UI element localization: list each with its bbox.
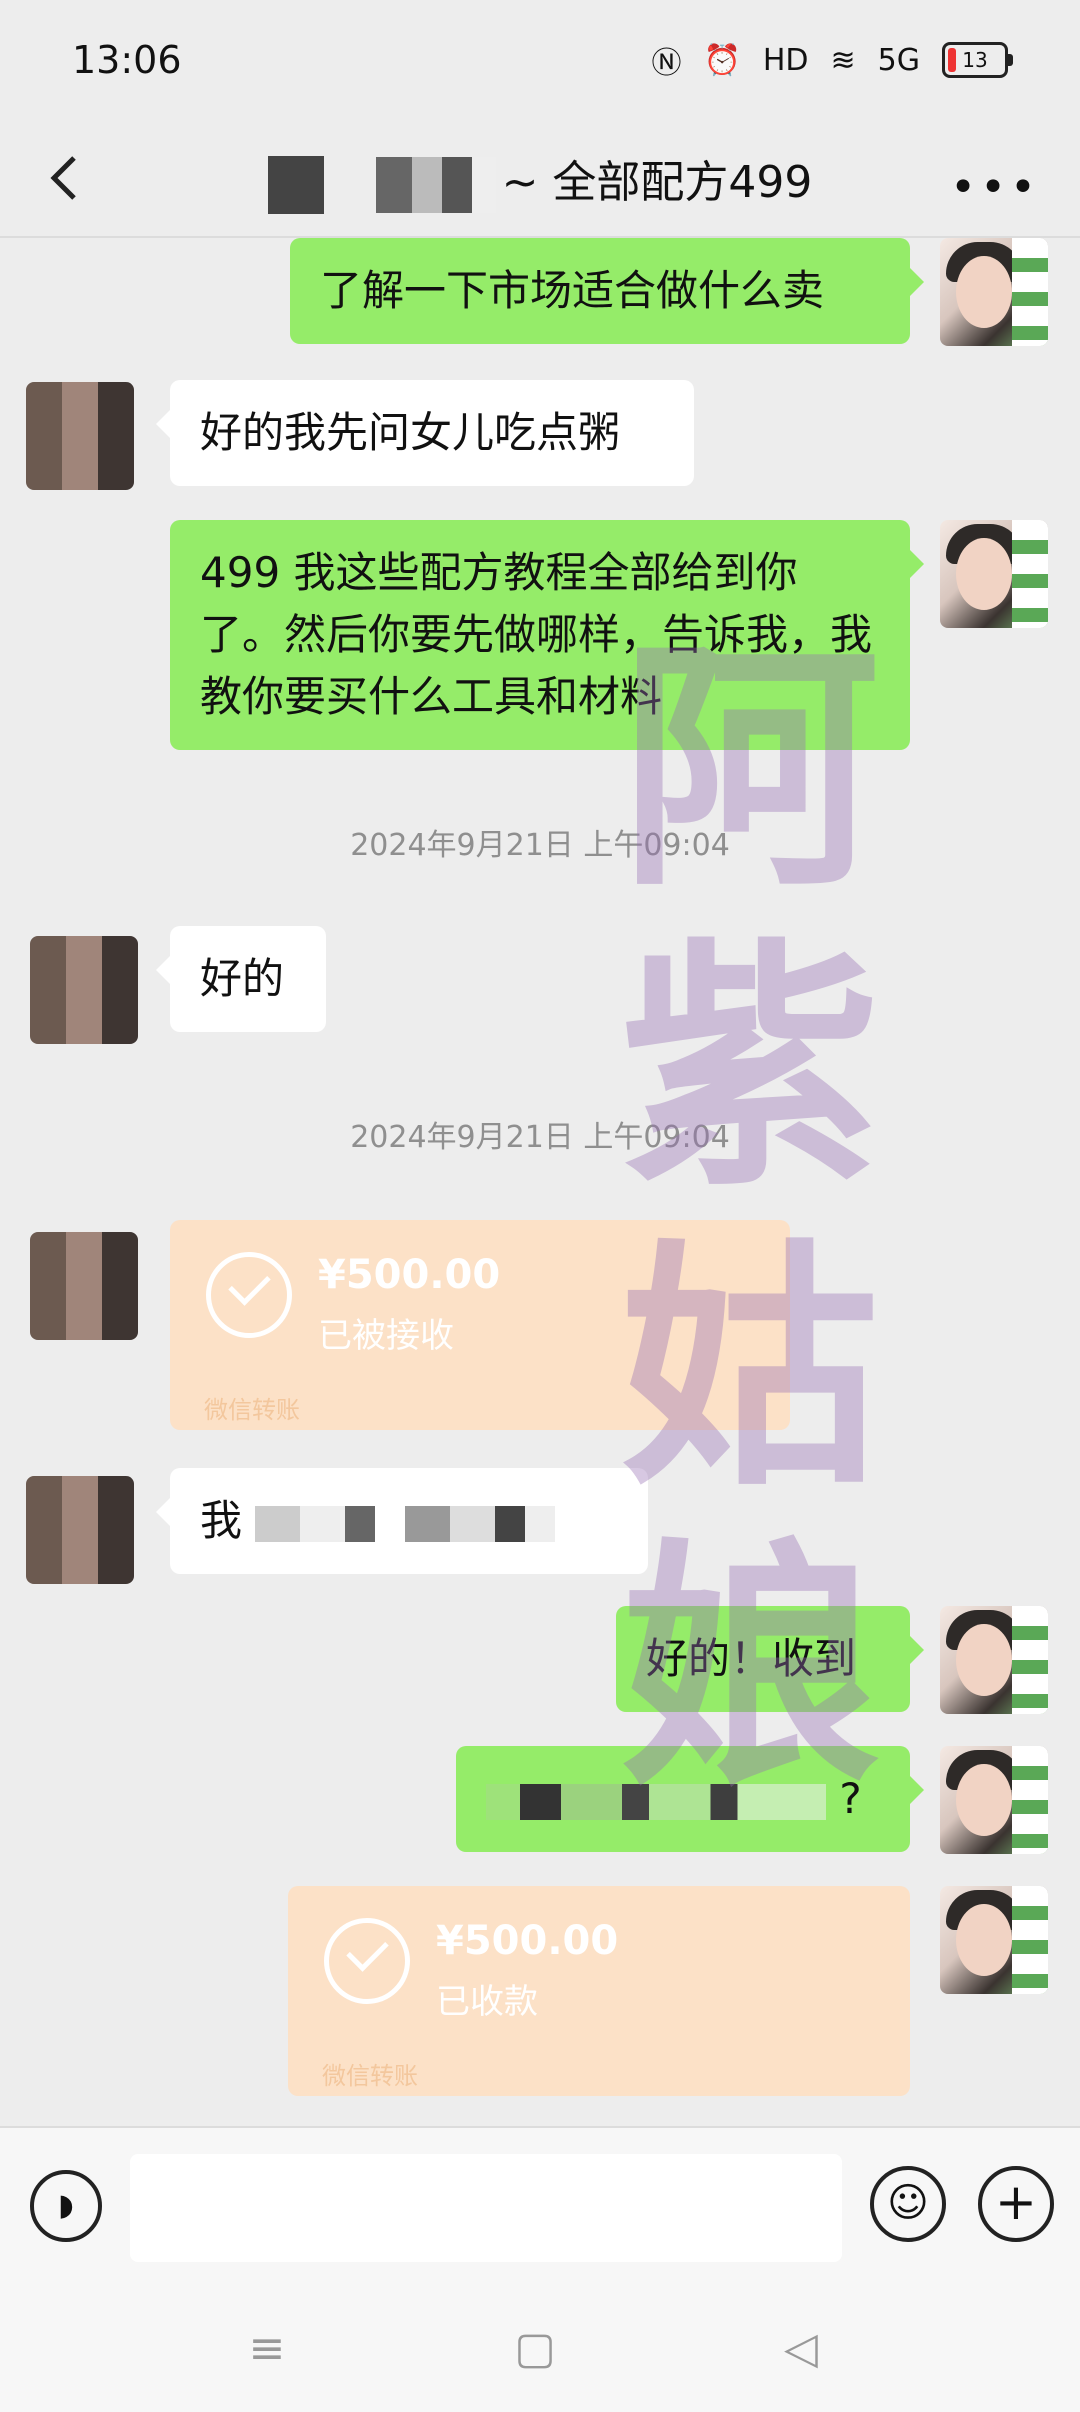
voice-icon[interactable]: ◗: [30, 2170, 102, 2242]
status-icons: Ⓝ ⏰ HD ≋ 5G 13: [651, 38, 1013, 82]
back-triangle-icon[interactable]: ◁: [776, 2324, 826, 2374]
signal-icon: 5G: [877, 42, 920, 78]
chat-header: ~ 全部配方499 •••: [0, 120, 1080, 238]
avatar-me[interactable]: [940, 238, 1048, 346]
transfer-label: 微信转账: [204, 1396, 300, 1424]
wifi-icon: ≋: [830, 42, 856, 78]
censored-text: [486, 1783, 826, 1820]
more-dots-icon[interactable]: •••: [950, 162, 1040, 213]
check-circle-icon: [206, 1252, 292, 1338]
censored-text: [255, 1505, 556, 1542]
avatar-contact[interactable]: [30, 1232, 138, 1340]
transfer-amount: ¥500.00: [436, 1918, 619, 1964]
message-bubble-received[interactable]: 我: [156, 1468, 648, 1574]
message-bubble-sent[interactable]: 了解一下市场适合做什么卖: [290, 238, 924, 344]
transfer-card-received[interactable]: ¥500.00 已被接收 微信转账: [170, 1220, 790, 1430]
transfer-amount: ¥500.00: [318, 1252, 501, 1298]
avatar-contact[interactable]: [30, 936, 138, 1044]
avatar-me[interactable]: [940, 1886, 1048, 1994]
menu-icon[interactable]: ≡: [242, 2324, 292, 2374]
message-bubble-received[interactable]: 好的: [156, 926, 326, 1032]
transfer-card-sent[interactable]: ¥500.00 已收款 微信转账: [288, 1886, 910, 2096]
chat-title: ~ 全部配方499: [0, 146, 1080, 214]
transfer-status: 已被接收: [318, 1316, 454, 1356]
chat-area[interactable]: 了解一下市场适合做什么卖 好的我先问女儿吃点粥 499 我这些配方教程全部给到你…: [0, 236, 1080, 2126]
avatar-me[interactable]: [940, 520, 1048, 628]
message-bubble-sent[interactable]: ?: [456, 1746, 924, 1852]
transfer-label: 微信转账: [322, 2062, 418, 2090]
check-circle-icon: [324, 1918, 410, 2004]
nfc-icon: Ⓝ: [651, 46, 682, 81]
system-nav-bar: ≡ ▢ ◁: [0, 2286, 1080, 2412]
plus-icon[interactable]: +: [978, 2166, 1054, 2242]
message-bubble-received[interactable]: 好的我先问女儿吃点粥: [156, 380, 694, 486]
battery-icon: 13: [942, 42, 1013, 78]
message-bubble-sent[interactable]: 好的！收到: [616, 1606, 924, 1712]
status-time: 13:06: [72, 38, 182, 82]
hd-icon: HD: [762, 42, 809, 78]
battery-level: 13: [962, 48, 988, 72]
transfer-status: 已收款: [436, 1982, 538, 2022]
alarm-icon: ⏰: [703, 42, 741, 78]
home-square-icon[interactable]: ▢: [510, 2324, 560, 2374]
timestamp: 2024年9月21日 上午09:04: [350, 1120, 730, 1155]
avatar-me[interactable]: [940, 1746, 1048, 1854]
timestamp: 2024年9月21日 上午09:04: [350, 828, 730, 863]
status-bar: 13:06 Ⓝ ⏰ HD ≋ 5G 13: [0, 0, 1080, 120]
message-bubble-sent[interactable]: 499 我这些配方教程全部给到你了。然后你要先做哪样，告诉我，我教你要买什么工具…: [170, 520, 924, 750]
message-input[interactable]: [130, 2154, 842, 2262]
avatar-contact[interactable]: [26, 382, 134, 490]
emoji-icon[interactable]: ☺: [870, 2166, 946, 2242]
input-bar: ◗ ☺ +: [0, 2126, 1080, 2288]
avatar-me[interactable]: [940, 1606, 1048, 1714]
avatar-contact[interactable]: [26, 1476, 134, 1584]
